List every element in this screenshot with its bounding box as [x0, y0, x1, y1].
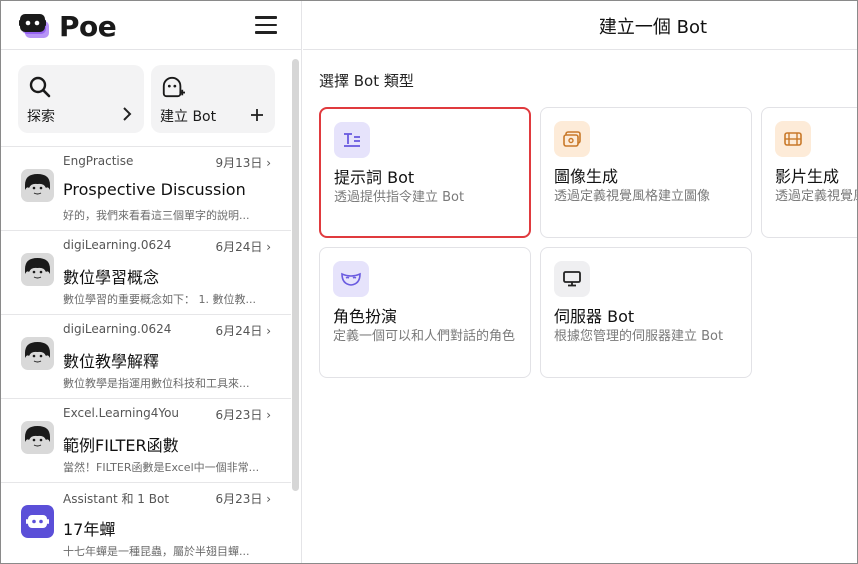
- plus-icon: [251, 106, 263, 125]
- prompt-icon: [334, 122, 370, 158]
- card-title: 伺服器 Bot: [554, 307, 635, 326]
- mask-icon: [333, 261, 369, 297]
- conversation-date: 6月23日 ›: [215, 408, 271, 422]
- card-title: 圖像生成: [554, 167, 619, 186]
- video-icon: [775, 121, 811, 157]
- explore-button[interactable]: 探索: [18, 65, 144, 133]
- conversation-item[interactable]: EngPractise 9月13日 › Prospective Discussi…: [1, 146, 291, 230]
- bot-avatar-icon: [21, 253, 54, 286]
- section-label: 選擇 Bot 類型: [319, 72, 414, 90]
- chevron-right-icon: [122, 106, 132, 126]
- bot-plus-icon: [162, 76, 185, 98]
- menu-icon[interactable]: [255, 16, 277, 36]
- conversation-date: 6月24日 ›: [215, 324, 271, 338]
- brand[interactable]: Poe: [19, 9, 117, 43]
- card-title: 影片生成: [775, 167, 840, 186]
- create-bot-label: 建立 Bot: [160, 109, 217, 125]
- card-prompt-bot[interactable]: 提示詞 Bot 透過提供指令建立 Bot: [319, 107, 531, 238]
- card-title: 角色扮演: [333, 307, 398, 326]
- conversation-snippet: 當然！FILTER函數是Excel中一個非常...: [63, 461, 260, 474]
- card-description: 定義一個可以和人們對話的角色: [333, 329, 516, 344]
- conversation-item[interactable]: digiLearning.0624 6月24日 › 數位教學解釋 數位教學是指運…: [1, 314, 291, 398]
- sidebar: Poe 探索 建立 Bot EngPractise 9月13日 › Prospe…: [1, 1, 302, 563]
- conversation-snippet: 數位教學是指運用數位科技和工具來...: [63, 377, 250, 390]
- conversation-title: 17年蟬: [63, 520, 116, 539]
- conversation-title: 範例FILTER函數: [63, 436, 179, 455]
- conversation-bot: EngPractise: [63, 154, 134, 168]
- bot-avatar-icon: [21, 169, 54, 202]
- image-icon: [554, 121, 590, 157]
- conversation-item[interactable]: digiLearning.0624 6月24日 › 數位學習概念 數位學習的重要…: [1, 230, 291, 314]
- sidebar-scrollbar[interactable]: [292, 59, 299, 491]
- card-roleplay[interactable]: 角色扮演 定義一個可以和人們對話的角色: [319, 247, 531, 378]
- main-panel: 建立一個 Bot 選擇 Bot 類型 提示詞 Bot 透過提供指令建立 Bot …: [303, 1, 857, 563]
- brand-name: Poe: [59, 9, 117, 43]
- conversation-date: 6月24日 ›: [215, 240, 271, 254]
- card-description: 透過提供指令建立 Bot: [334, 190, 465, 205]
- conversation-title: 數位教學解釋: [63, 352, 160, 371]
- conversation-snippet: 數位學習的重要概念如下： 1. 數位教...: [63, 293, 256, 306]
- main-header: 建立一個 Bot: [303, 1, 857, 50]
- create-bot-button[interactable]: 建立 Bot: [151, 65, 275, 133]
- card-description: 透過定義視覺風格建立影片: [775, 189, 857, 204]
- card-video-generation[interactable]: 影片生成 透過定義視覺風格建立影片: [761, 107, 857, 238]
- bot-avatar-icon: [21, 421, 54, 454]
- conversation-bot: digiLearning.0624: [63, 322, 172, 336]
- card-server-bot[interactable]: 伺服器 Bot 根據您管理的伺服器建立 Bot: [540, 247, 752, 378]
- bot-avatar-icon: [21, 337, 54, 370]
- conversation-snippet: 十七年蟬是一種昆蟲，屬於半翅目蟬...: [63, 545, 250, 558]
- conversation-bot: Excel.Learning4You: [63, 406, 180, 420]
- conversation-title: Prospective Discussion: [63, 180, 246, 199]
- assistant-avatar-icon: [21, 505, 54, 538]
- conversation-snippet: 好的，我們來看看這三個單字的說明...: [63, 209, 250, 222]
- conversation-item[interactable]: Assistant 和 1 Bot 6月23日 › 17年蟬 十七年蟬是一種昆蟲…: [1, 482, 291, 563]
- explore-label: 探索: [27, 109, 55, 125]
- conversation-title: 數位學習概念: [63, 268, 160, 287]
- conversation-item[interactable]: Excel.Learning4You 6月23日 › 範例FILTER函數 當然…: [1, 398, 291, 482]
- card-image-generation[interactable]: 圖像生成 透過定義視覺風格建立圖像: [540, 107, 752, 238]
- app-window: Poe 探索 建立 Bot EngPractise 9月13日 › Prospe…: [0, 0, 858, 564]
- card-description: 透過定義視覺風格建立圖像: [554, 189, 711, 204]
- card-title: 提示詞 Bot: [334, 168, 415, 187]
- search-icon: [29, 76, 51, 98]
- conversation-date: 9月13日 ›: [215, 156, 271, 170]
- poe-logo-icon: [19, 14, 49, 38]
- divider: [1, 49, 302, 50]
- card-description: 根據您管理的伺服器建立 Bot: [554, 329, 724, 344]
- page-title: 建立一個 Bot: [598, 17, 708, 38]
- conversation-date: 6月23日 ›: [215, 492, 271, 506]
- conversation-list: EngPractise 9月13日 › Prospective Discussi…: [1, 146, 291, 563]
- conversation-bot: Assistant 和 1 Bot: [63, 492, 170, 506]
- monitor-icon: [554, 261, 590, 297]
- conversation-bot: digiLearning.0624: [63, 238, 172, 252]
